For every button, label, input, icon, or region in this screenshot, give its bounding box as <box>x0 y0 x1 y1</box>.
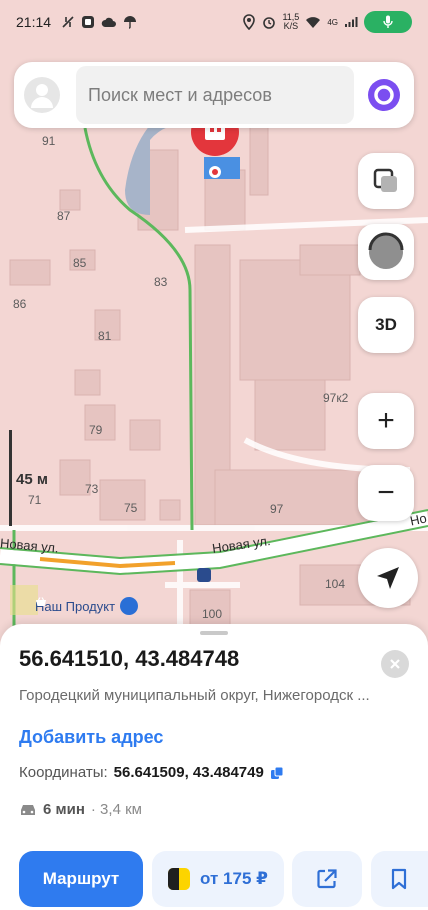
poi-shop-label: Наш Продукт <box>35 598 116 614</box>
house-number: 104 <box>325 577 346 591</box>
search-card <box>14 62 414 128</box>
network-speed: 11,5 K/S <box>282 12 300 31</box>
house-number: 91 <box>42 134 56 148</box>
route-button-label: Маршрут <box>42 869 120 888</box>
house-number: 73 <box>85 482 99 496</box>
zoom-in-button[interactable]: + <box>358 393 414 449</box>
my-location-button[interactable] <box>358 548 418 608</box>
park-area <box>10 585 38 615</box>
wifi-icon <box>306 16 321 28</box>
house-number: 83 <box>154 275 168 289</box>
building <box>159 499 181 521</box>
zoom-in-icon: + <box>377 404 395 437</box>
coordinates-value: 56.641509, 43.484749 <box>113 764 264 781</box>
sheet-grabber[interactable] <box>200 631 228 635</box>
mic-indicator[interactable] <box>364 11 412 33</box>
share-button[interactable] <box>292 851 362 907</box>
close-button[interactable] <box>381 650 409 678</box>
bookmark-icon <box>391 868 407 890</box>
zoom-out-button[interactable]: − <box>358 465 414 521</box>
network-type: 4G <box>327 17 338 27</box>
gallery-icon <box>82 16 95 28</box>
taxi-button[interactable]: от 175 ₽ <box>152 851 284 907</box>
building <box>99 479 146 521</box>
building <box>74 369 101 396</box>
house-number: 85 <box>73 256 87 270</box>
building <box>129 419 161 451</box>
alice-icon <box>368 79 400 111</box>
compass-arc-icon <box>368 232 404 269</box>
house-number: 100 <box>202 607 223 621</box>
layers-icon <box>373 168 397 192</box>
poi-shop[interactable]: Наш Продукт <box>35 597 139 615</box>
layers-button[interactable] <box>358 153 414 209</box>
building <box>59 189 81 211</box>
coordinates-label: Координаты: <box>19 764 108 781</box>
house-number: 71 <box>28 493 42 507</box>
house-number: 97к2 <box>323 391 349 405</box>
yandex-go-icon <box>168 868 191 890</box>
bookmark-button[interactable] <box>371 851 428 907</box>
place-card-sheet: 56.641510, 43.484748 Городецкий муниципа… <box>0 624 428 910</box>
pin-target-building <box>204 157 240 179</box>
search-input[interactable] <box>88 84 354 106</box>
house-number: 87 <box>57 209 71 223</box>
coordinates-row: Координаты: 56.641509, 43.484749 <box>19 764 284 781</box>
add-address-link[interactable]: Добавить адрес <box>19 727 163 748</box>
house-number: 81 <box>98 329 112 343</box>
search-field[interactable] <box>76 66 354 124</box>
signal-icon <box>345 17 358 27</box>
share-icon <box>317 869 337 889</box>
zoom-out-icon: − <box>377 476 395 509</box>
drive-distance: · 3,4 км <box>90 801 142 818</box>
place-address: Городецкий муниципальный округ, Нижегоро… <box>19 687 370 704</box>
building <box>254 379 326 451</box>
house-number: 79 <box>89 423 103 437</box>
house-number: 86 <box>13 297 27 311</box>
house-number: 97 <box>270 502 284 516</box>
building <box>239 259 351 381</box>
location-icon <box>243 14 256 30</box>
close-icon <box>390 659 400 669</box>
route-mode-button[interactable] <box>358 224 414 280</box>
alarm-icon <box>263 17 276 29</box>
building <box>9 259 51 286</box>
navigation-arrow-icon <box>377 567 399 589</box>
map-scale-label: 45 м <box>16 471 48 488</box>
bus-stop-marker <box>197 568 211 582</box>
umbrella-icon <box>124 16 137 29</box>
user-icon <box>31 84 53 108</box>
3d-button[interactable]: 3D <box>358 297 414 353</box>
cloud-icon <box>101 17 117 27</box>
house-number: 75 <box>124 501 138 515</box>
place-title: 56.641510, 43.484748 <box>19 646 240 671</box>
car-icon <box>21 804 35 815</box>
map-scale-bar <box>9 430 12 526</box>
taxi-price: от 175 ₽ <box>200 869 268 888</box>
drive-info: 6 мин · 3,4 км <box>19 801 142 818</box>
building <box>249 124 269 196</box>
data-saver-icon <box>62 16 74 28</box>
status-time: 21:14 <box>16 14 52 30</box>
basket-icon <box>36 597 139 615</box>
copy-icon[interactable] <box>270 766 284 780</box>
status-bar: 21:14 11,5 K/S 4G <box>0 0 428 44</box>
3d-label: 3D <box>375 315 397 334</box>
microphone-icon <box>383 15 393 28</box>
avatar[interactable] <box>24 77 60 113</box>
building <box>299 244 361 276</box>
alice-voice-button[interactable] <box>364 75 404 115</box>
route-button[interactable]: Маршрут <box>19 851 143 907</box>
drive-time: 6 мин <box>43 801 85 818</box>
